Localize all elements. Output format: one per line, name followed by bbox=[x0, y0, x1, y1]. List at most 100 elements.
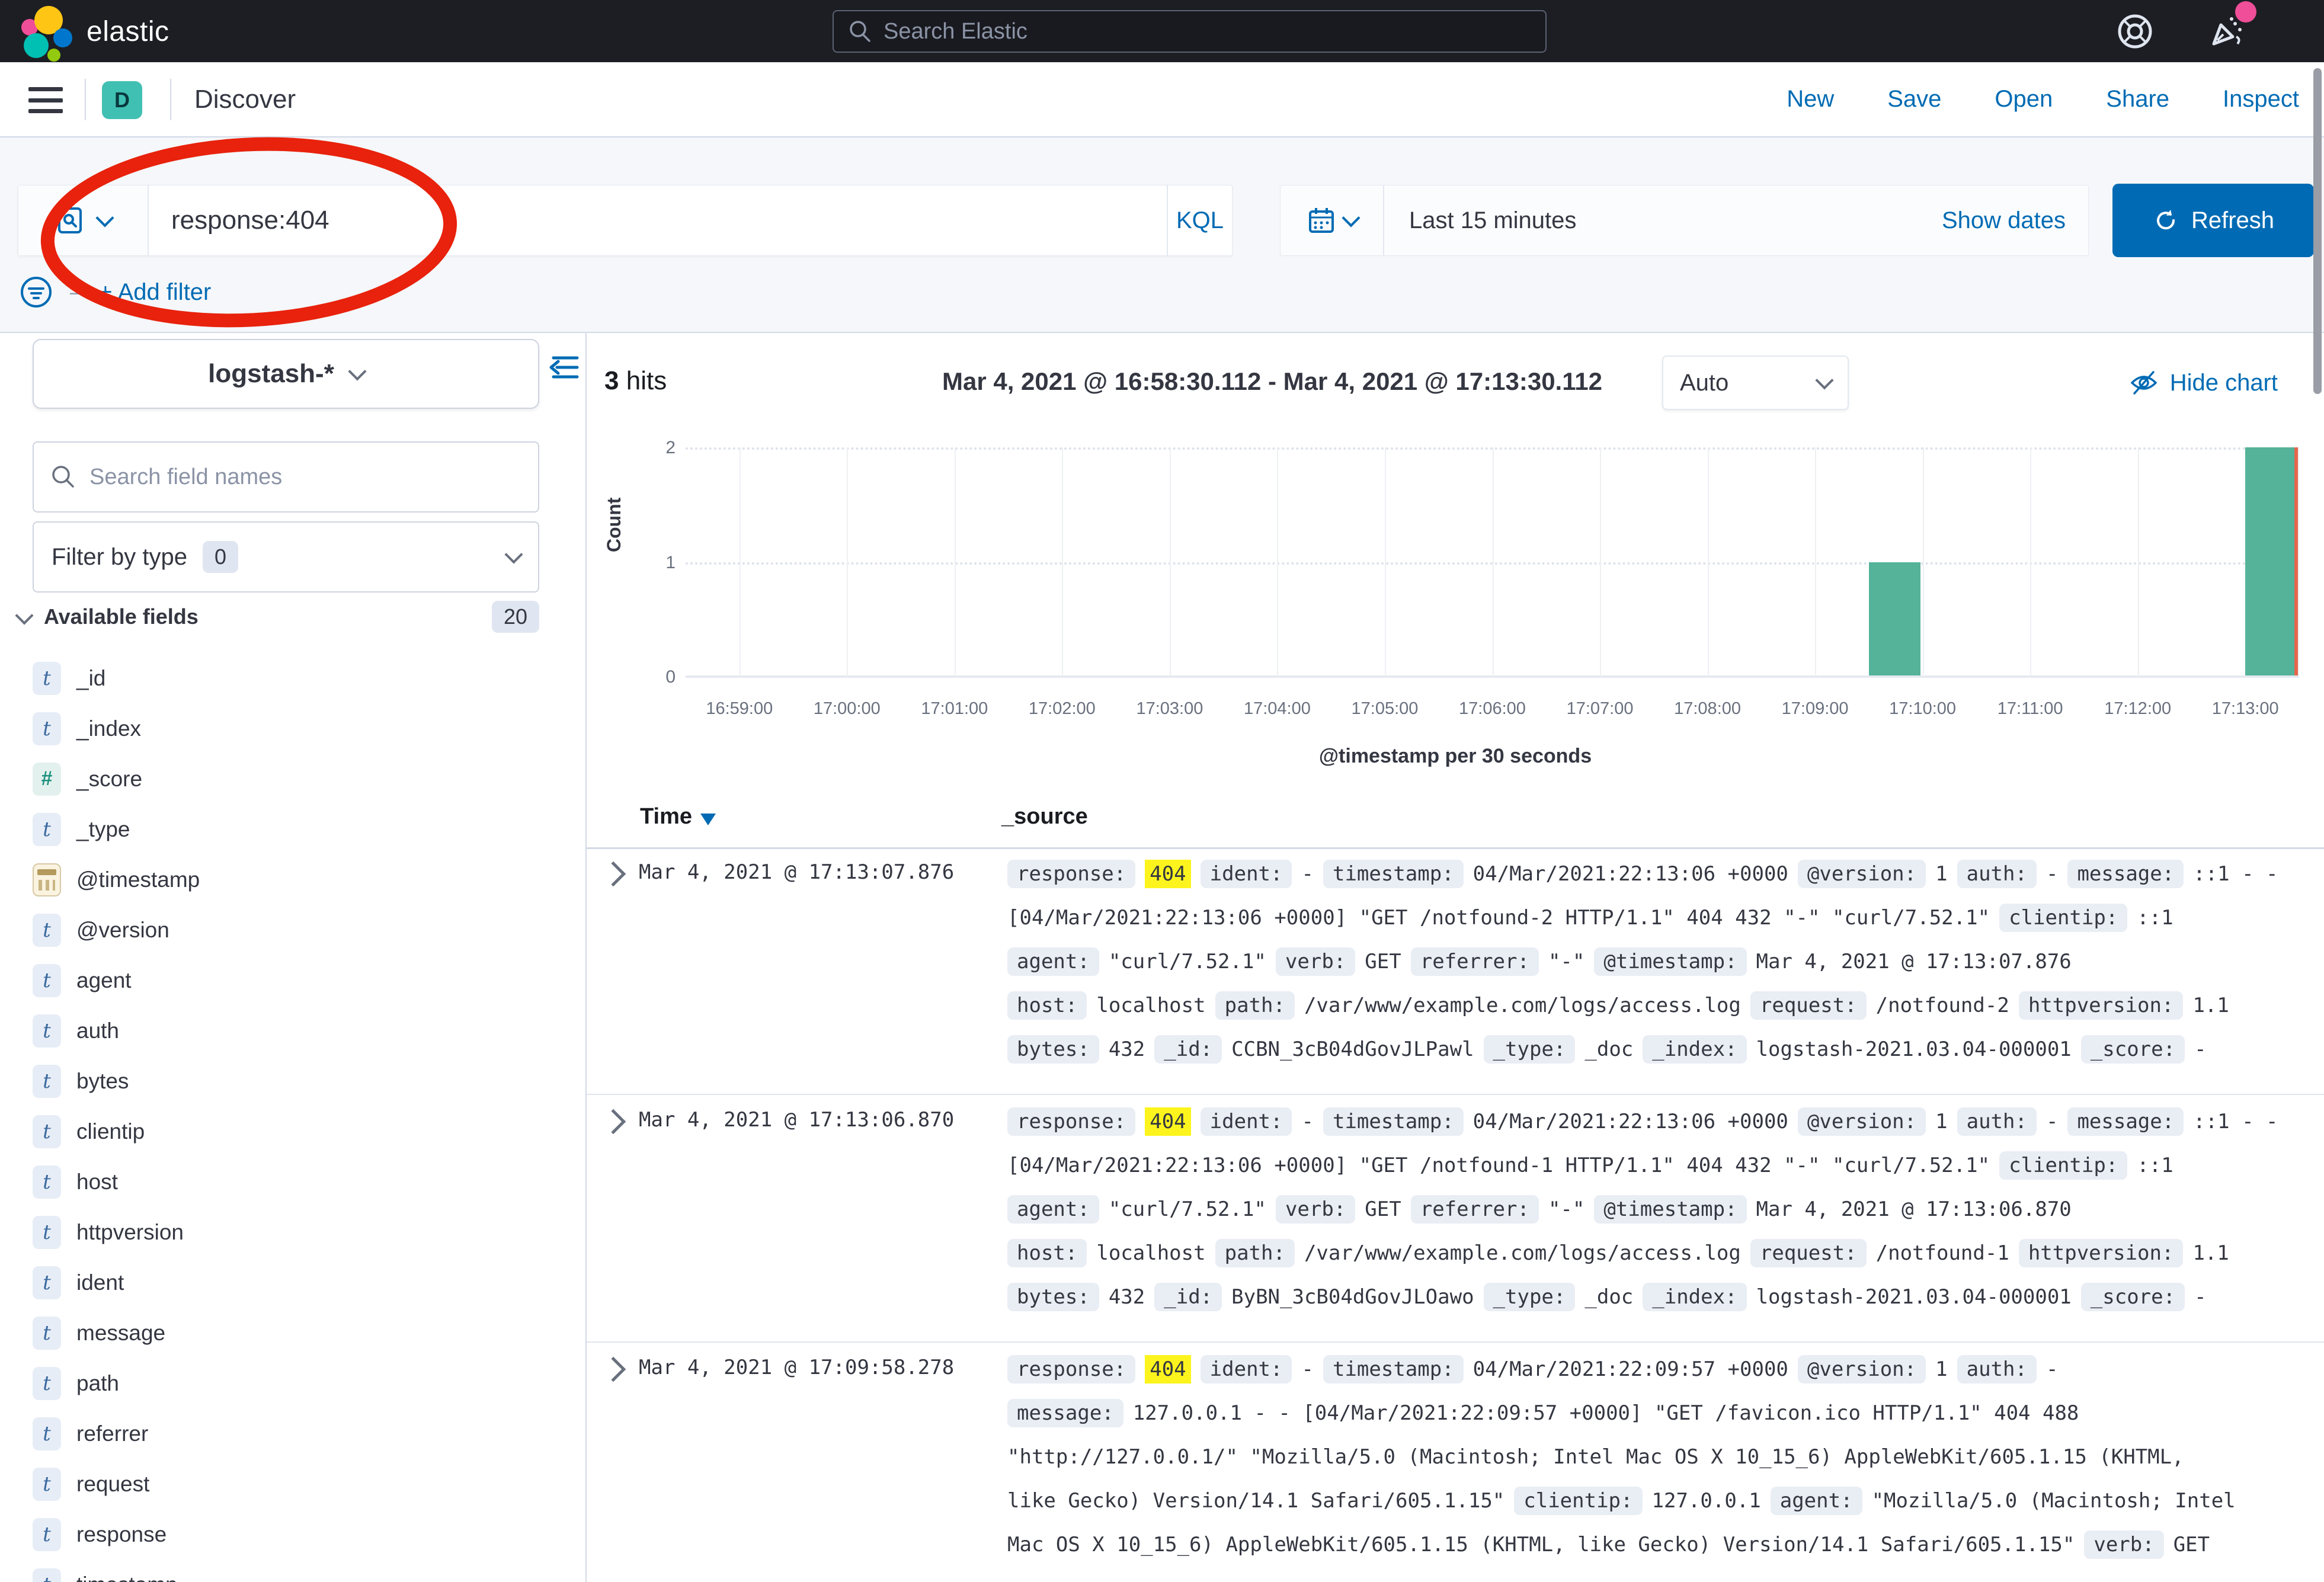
text-type-icon: t bbox=[33, 1317, 61, 1350]
y-tick-label: 2 bbox=[604, 438, 676, 458]
nav-action-share[interactable]: Share bbox=[2106, 86, 2169, 113]
field-badge: timestamp: bbox=[1323, 860, 1464, 888]
field-value: Mac OS X 10_15_6) AppleWebKit/605.1.15 (… bbox=[1007, 1533, 2075, 1557]
field-item-@version[interactable]: t@version bbox=[33, 905, 566, 955]
gridline bbox=[1385, 447, 1386, 677]
field-value: 1 bbox=[1935, 862, 1947, 886]
field-name: agent bbox=[76, 968, 132, 993]
query-bar[interactable]: response:404 KQL bbox=[18, 185, 1233, 256]
field-item-_index[interactable]: t_index bbox=[33, 703, 566, 754]
text-type-icon: t bbox=[33, 1518, 61, 1551]
nav-action-inspect[interactable]: Inspect bbox=[2223, 86, 2299, 113]
global-search-box[interactable] bbox=[833, 10, 1547, 53]
field-badge: referrer: bbox=[1411, 1195, 1539, 1224]
field-item-response[interactable]: t response bbox=[33, 1509, 566, 1559]
field-value: logstash-2021.03.04-000001 bbox=[1756, 1037, 2072, 1061]
field-item-clientip[interactable]: tclientip bbox=[33, 1106, 566, 1157]
field-search-box[interactable] bbox=[33, 441, 539, 513]
field-name: response bbox=[76, 1522, 167, 1547]
query-input[interactable]: response:404 bbox=[149, 206, 1167, 235]
global-search-input[interactable] bbox=[883, 19, 1532, 44]
gridline bbox=[1493, 447, 1494, 677]
time-range-value[interactable]: Last 15 minutes bbox=[1409, 207, 1576, 234]
field-search-input[interactable] bbox=[89, 465, 523, 490]
histogram-chart[interactable]: Count @timestamp per 30 seconds 01216:59… bbox=[587, 416, 2324, 783]
collapse-sidebar-icon[interactable] bbox=[546, 350, 582, 385]
chevron-down-icon bbox=[348, 362, 366, 380]
row-timestamp: Mar 4, 2021 @ 17:13:06.870 bbox=[639, 1108, 954, 1132]
field-item-message[interactable]: tmessage bbox=[33, 1308, 566, 1358]
x-tick-label: 17:08:00 bbox=[1674, 699, 1741, 719]
scrollbar-thumb[interactable] bbox=[2313, 68, 2322, 394]
add-filter-link[interactable]: + Add filter bbox=[98, 279, 211, 306]
scrollbar[interactable] bbox=[2311, 0, 2324, 1582]
text-type-icon: t bbox=[33, 914, 61, 947]
nav-action-open[interactable]: Open bbox=[1995, 86, 2053, 113]
field-item-host[interactable]: thost bbox=[33, 1157, 566, 1207]
field-item-_type[interactable]: t_type bbox=[33, 804, 566, 854]
field-value: - bbox=[1301, 1110, 1313, 1133]
field-item-path[interactable]: tpath bbox=[33, 1358, 566, 1408]
kibana-discover-app: elastic D Discover NewSaveOpenShareInspe… bbox=[0, 0, 2324, 1582]
space-avatar[interactable]: D bbox=[102, 81, 142, 119]
expand-row-icon[interactable] bbox=[601, 862, 626, 886]
field-item-request[interactable]: trequest bbox=[33, 1459, 566, 1509]
field-item-@timestamp[interactable]: @timestamp bbox=[33, 854, 566, 905]
column-time[interactable]: Time bbox=[640, 804, 716, 830]
nav-actions: New Save Open Share Inspect bbox=[1787, 86, 2299, 113]
field-item-bytes[interactable]: tbytes bbox=[33, 1056, 566, 1106]
help-icon[interactable] bbox=[2115, 12, 2155, 51]
field-item-agent[interactable]: tagent bbox=[33, 955, 566, 1005]
date-quick-menu[interactable] bbox=[1281, 185, 1384, 255]
y-axis-label: Count bbox=[603, 498, 625, 552]
field-item-ident[interactable]: tident bbox=[33, 1257, 566, 1308]
field-item-_id[interactable]: t_id bbox=[33, 653, 566, 703]
filter-by-type[interactable]: Filter by type 0 bbox=[33, 521, 539, 593]
expand-row-icon[interactable] bbox=[601, 1357, 626, 1382]
field-item-httpversion[interactable]: thttpversion bbox=[33, 1207, 566, 1257]
gridline bbox=[1277, 447, 1278, 677]
field-value: ::1 bbox=[2137, 906, 2173, 930]
histogram-bar-17:09:30[interactable] bbox=[1869, 562, 1920, 676]
hits-time-range: Mar 4, 2021 @ 16:58:30.112 - Mar 4, 2021… bbox=[942, 367, 1602, 396]
expand-row-icon[interactable] bbox=[601, 1109, 626, 1134]
saved-query-menu[interactable] bbox=[18, 185, 149, 255]
hide-chart-link[interactable]: Hide chart bbox=[2130, 369, 2278, 397]
filter-icon[interactable] bbox=[18, 274, 55, 310]
text-type-icon: t bbox=[33, 662, 61, 695]
x-tick-label: 17:00:00 bbox=[814, 699, 881, 719]
index-pattern-select[interactable]: logstash-* bbox=[33, 339, 539, 409]
field-item-timestamp[interactable]: ttimestamp bbox=[33, 1559, 566, 1582]
field-badge: ident: bbox=[1201, 1107, 1292, 1136]
search-icon bbox=[847, 18, 873, 44]
nav-action-save[interactable]: Save bbox=[1887, 86, 1941, 113]
field-badge: _id: bbox=[1154, 1283, 1222, 1311]
menu-icon[interactable] bbox=[28, 87, 63, 113]
field-value: "Mozilla/5.0 (Macintosh; Intel bbox=[1872, 1489, 2236, 1513]
field-value: 04/Mar/2021:22:13:06 +0000 bbox=[1473, 1110, 1788, 1133]
interval-select[interactable]: Auto bbox=[1662, 356, 1849, 410]
field-item-_score[interactable]: #_score bbox=[33, 754, 566, 804]
field-badge: _score: bbox=[2081, 1035, 2185, 1064]
field-badge: message: bbox=[1007, 1399, 1123, 1427]
column-source: _source bbox=[1001, 804, 1088, 830]
field-item-auth[interactable]: tauth bbox=[33, 1005, 566, 1056]
table-row: Mar 4, 2021 @ 17:09:58.278response:404id… bbox=[587, 1343, 2324, 1582]
field-value: 127.0.0.1 - - [04/Mar/2021:22:09:57 +000… bbox=[1133, 1401, 2079, 1425]
query-language-button[interactable]: KQL bbox=[1167, 185, 1232, 255]
field-badge: message: bbox=[2067, 1107, 2184, 1136]
refresh-icon bbox=[2152, 207, 2179, 234]
histogram-bar-17:13:00[interactable] bbox=[2245, 447, 2297, 675]
refresh-button[interactable]: Refresh bbox=[2112, 184, 2314, 257]
field-item-referrer[interactable]: treferrer bbox=[33, 1408, 566, 1459]
field-list: t_idt_index#_scoret_type @timestamp t@vers… bbox=[33, 653, 566, 1582]
newsfeed-icon[interactable] bbox=[2205, 11, 2247, 52]
x-tick-label: 17:12:00 bbox=[2104, 699, 2171, 719]
field-name: @timestamp bbox=[76, 867, 200, 892]
y-tick-label: 1 bbox=[604, 553, 676, 573]
available-fields-header[interactable]: Available fields 20 bbox=[18, 601, 551, 633]
date-type-icon bbox=[33, 863, 61, 896]
nav-action-new[interactable]: New bbox=[1787, 86, 1834, 113]
discover-main: 3 hits Mar 4, 2021 @ 16:58:30.112 - Mar … bbox=[587, 333, 2324, 1582]
show-dates-link[interactable]: Show dates bbox=[1942, 207, 2066, 234]
